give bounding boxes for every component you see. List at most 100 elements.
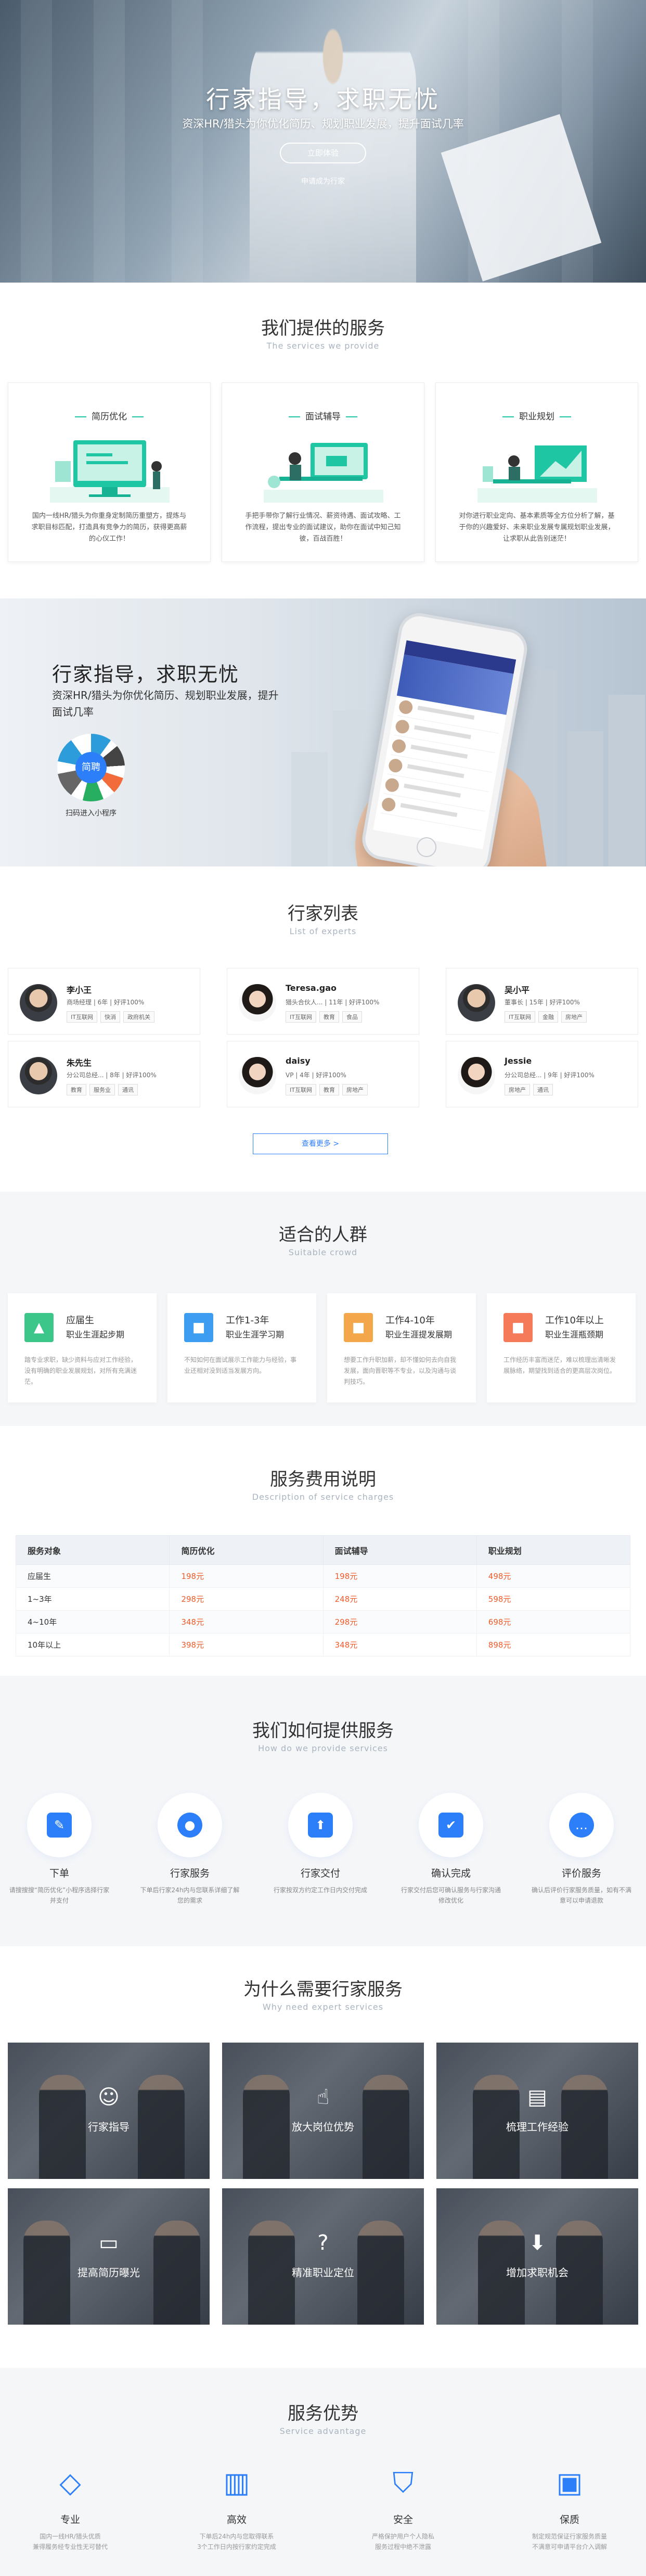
why-subtitle: Why need expert services — [262, 2002, 384, 2012]
price-cell: 348元 — [169, 1610, 324, 1634]
price-cell: 198元 — [322, 1564, 477, 1588]
pricing-table: 服务对象 简历优化 面试辅导 职业规划 应届生 198元 198元 498元 1… — [15, 1535, 631, 1656]
expert-card[interactable]: 吴小平 董事长 | 15年 | 好评100% IT互联网 金融 房地产 — [446, 968, 638, 1035]
process-step: … 评价服务 确认后评价行家服务质量，如有不满意可以申请退款 — [524, 1793, 639, 1906]
shield-icon: ⛉ — [392, 2466, 414, 2499]
avatar — [458, 984, 495, 1022]
why-card: ⬇ 增加求职机会 — [436, 2188, 638, 2325]
advantage-item: ◇ 专业 国内一线HR/猎头优质 兼得履务经专业性无可替代 — [3, 2464, 138, 2552]
view-more-button[interactable]: 查看更多 > — [253, 1133, 388, 1154]
process-desc: 请搜搜搜“简历优化”小程序选择行家并支付 — [9, 1886, 110, 1904]
career-illustration-icon — [477, 445, 597, 503]
diamond-icon: ◇ — [59, 2466, 81, 2499]
question-icon: ? — [317, 2231, 329, 2255]
expert-name: Teresa.gao — [286, 983, 337, 993]
process-name: 行家服务 — [170, 1868, 210, 1879]
process-step: ● 行家服务 下单后行家24h内与您联系详细了解您的需求 — [133, 1793, 247, 1906]
table-row: 应届生 198元 198元 498元 — [15, 1564, 631, 1588]
process-name: 评价服务 — [561, 1868, 601, 1879]
price-cell: 698元 — [476, 1610, 631, 1634]
tag: IT互联网 — [286, 1084, 316, 1095]
process-name: 下单 — [49, 1868, 69, 1879]
process-desc: 行家交付后您可确认服务与行家沟通修改优化 — [400, 1886, 501, 1904]
table-row: 4~10年 348元 298元 698元 — [15, 1610, 631, 1634]
try-now-button[interactable]: 立即体验 — [280, 143, 366, 163]
expert-card[interactable]: 朱先生 分公司总经... | 8年 | 好评100% 教育 服务业 通讯 — [8, 1041, 200, 1107]
price-cell: 298元 — [169, 1587, 324, 1611]
mini-program-qr-code[interactable]: 简聘 — [57, 734, 125, 801]
suitable-t2: 职业生涯学习期 — [226, 1330, 285, 1340]
service-card-interview[interactable]: 面试辅导 手把手带你了解行业情况、薪资待遇、面试攻略、工作流程，提出专业的面试建… — [222, 382, 424, 562]
why-text: 行家指导 — [88, 2121, 130, 2133]
process-name: 行家交付 — [300, 1868, 340, 1879]
suitable-t2: 职业生涯提发展期 — [385, 1330, 453, 1340]
page: 行家指导，求职无忧 资深HR/猎头为你优化简历、规划职业发展，提升面试几率 立即… — [0, 0, 646, 2576]
service-card-resume[interactable]: 简历优化 国内一线HR/猎头为你重身定制简历重塑方，提炼与求职目标匹配，打造具有… — [8, 382, 211, 562]
avatar — [20, 1057, 57, 1094]
hero-person-image — [250, 0, 416, 283]
graduate-icon: ▲ — [24, 1313, 54, 1342]
why-card: ▤ 梳理工作经验 — [436, 2043, 638, 2179]
advantage-item: ▣ 保质 制定规范保证行家服务质量 不满意可申请平台介入调解 — [502, 2464, 637, 2552]
chat-icon: … — [569, 1813, 594, 1838]
table-cell: 1~3年 — [15, 1587, 170, 1611]
pricing-title: 服务费用说明 — [270, 1469, 376, 1490]
tag: 房地产 — [561, 1011, 587, 1023]
advantage-subtitle: Service advantage — [279, 2426, 367, 2436]
tag: IT互联网 — [67, 1011, 97, 1023]
briefcase-icon: ■ — [184, 1313, 213, 1342]
document-icon: ▤ — [527, 2085, 547, 2109]
thumb-icon: ☝ — [316, 2085, 330, 2109]
expert-card[interactable]: daisy VP | 4年 | 好评100% IT互联网 教育 房地产 — [227, 1041, 419, 1107]
expert-card[interactable]: Teresa.gao 猎头合伙人... | 11年 | 好评100% IT互联网… — [227, 968, 419, 1035]
process-subtitle: How do we provide services — [258, 1743, 388, 1753]
expert-info: 商场经理 | 6年 | 好评100% — [67, 999, 145, 1006]
briefcase-icon: ■ — [344, 1313, 373, 1342]
service-name: 面试辅导 — [305, 412, 341, 422]
expert-name: Jessie — [505, 1056, 532, 1066]
experts-subtitle: List of experts — [289, 926, 357, 936]
tag: IT互联网 — [286, 1011, 316, 1023]
download-icon: ⬇ — [528, 2231, 546, 2255]
services-subtitle: The services we provide — [266, 341, 380, 351]
monitor-icon: ▭ — [99, 2231, 119, 2255]
process-title: 我们如何提供服务 — [252, 1720, 394, 1741]
avatar — [20, 984, 57, 1022]
tag: 教育 — [319, 1011, 339, 1023]
suitable-desc: 不知如何在面试展示工作能力与经验，事业还相对没到适当发展方向。 — [184, 1356, 297, 1374]
advantage-item: ▥ 高效 下单后24h内与您取得联系 3个工作日内按行家约定完成 — [169, 2464, 304, 2552]
suitable-t1: 工作4-10年 — [385, 1315, 435, 1326]
advantage-item: ⛉ 安全 严格保护用户个人隐私 服务过程中绝不泄露 — [335, 2464, 471, 2552]
services-title: 我们提供的服务 — [261, 318, 385, 339]
process-step: ✎ 下单 请搜搜搜“简历优化”小程序选择行家并支付 — [2, 1793, 117, 1906]
advantage-desc: 严格保护用户个人隐私 服务过程中绝不泄露 — [371, 2533, 434, 2551]
why-card: ☺ 行家指导 — [8, 2043, 210, 2179]
expert-card[interactable]: 李小王 商场经理 | 6年 | 好评100% IT互联网 快消 政府机关 — [8, 968, 200, 1035]
why-card: ☝ 放大岗位优势 — [222, 2043, 424, 2179]
process-step: ✔ 确认完成 行家交付后您可确认服务与行家沟通修改优化 — [394, 1793, 508, 1906]
service-card-career[interactable]: 职业规划 对你进行职业定向、基本素质等全方位分析了解，基于你的兴趣爱好、未来职业… — [435, 382, 638, 562]
service-desc: 国内一线HR/猎头为你重身定制简历重塑方，提炼与求职目标匹配，打造具有竞争力的简… — [31, 512, 187, 543]
tag: 教育 — [319, 1084, 339, 1095]
hero-title: 行家指导，求职无忧 — [206, 85, 440, 113]
service-desc: 对你进行职业定向、基本素质等全方位分析了解，基于你的兴趣爱好、未来职业发展专属规… — [459, 512, 615, 543]
table-cell: 10年以上 — [15, 1633, 170, 1656]
advantage-title: 服务优势 — [288, 2403, 358, 2424]
expert-info: 董事长 | 15年 | 好评100% — [505, 999, 580, 1006]
advantage-desc: 国内一线HR/猎头优质 兼得履务经专业性无可替代 — [32, 2533, 108, 2551]
user-icon: ☺ — [98, 2085, 120, 2109]
expert-card[interactable]: Jessie 分公司总经... | 9年 | 好评100% 房地产 通讯 — [446, 1041, 638, 1107]
suitable-desc: 踏专业求职，缺少资料与应对工作经验，没有明确的职业发展规划，对所有充满迷茫。 — [24, 1356, 137, 1385]
table-row: 10年以上 398元 348元 898元 — [15, 1633, 631, 1656]
expert-info: 分公司总经... | 8年 | 好评100% — [67, 1072, 157, 1079]
qr-label: 扫码进入小程序 — [66, 809, 117, 818]
avatar — [239, 984, 276, 1022]
advantage-desc: 下单后24h内与您取得联系 3个工作日内按行家约定完成 — [197, 2533, 276, 2551]
briefcase-icon: ■ — [503, 1313, 533, 1342]
become-expert-link[interactable]: 申请成为行家 — [0, 176, 646, 186]
tag: 教育 — [67, 1084, 86, 1095]
suitable-t1: 工作10年以上 — [545, 1315, 604, 1326]
suitable-subtitle: Suitable crowd — [288, 1247, 358, 1257]
expert-info: 猎头合伙人... | 11年 | 好评100% — [286, 999, 380, 1006]
tag: 服务业 — [89, 1084, 115, 1095]
